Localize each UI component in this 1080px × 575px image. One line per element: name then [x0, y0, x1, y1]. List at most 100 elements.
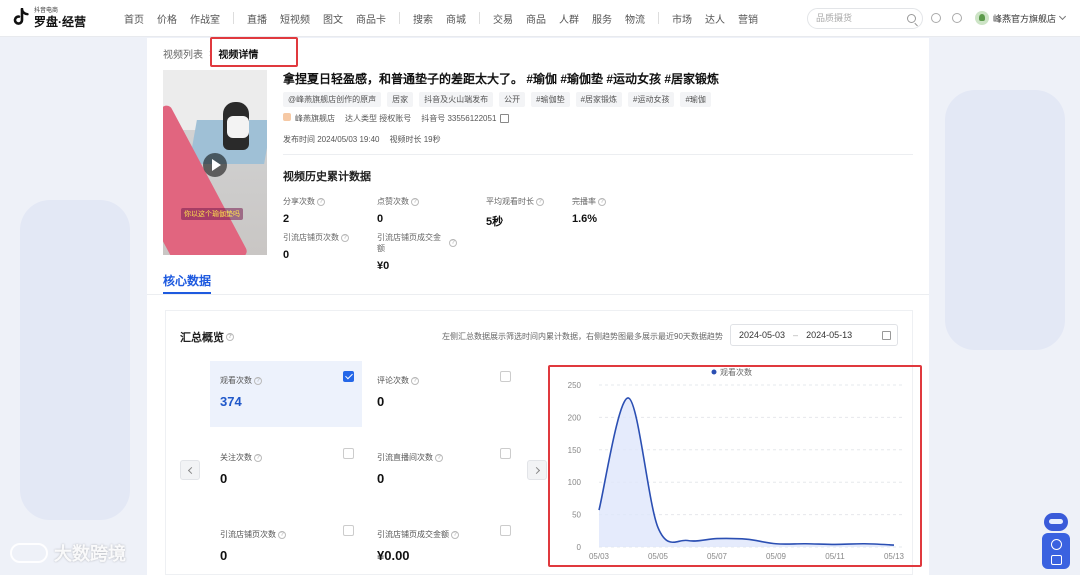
metric-card[interactable]: 评论次数? 0: [367, 361, 519, 427]
metric-value: 0: [220, 471, 228, 486]
shop-switcher[interactable]: 峰燕官方旗舰店: [975, 11, 1067, 25]
nav-item[interactable]: 人群: [559, 11, 579, 26]
history-stat: 平均观看时长? 5秒: [486, 196, 544, 229]
video-tag: #运动女孩: [628, 92, 675, 107]
overview-note: 左侧汇总数据展示筛选时间内累计数据，右侧趋势图最多展示最近90天数据趋势: [442, 332, 723, 341]
metric-checkbox[interactable]: [343, 371, 354, 382]
copy-icon[interactable]: [500, 114, 510, 123]
overview-title-text: 汇总概览: [180, 332, 224, 344]
help-icon[interactable]: ?: [254, 376, 262, 385]
help-icon[interactable]: ?: [278, 530, 286, 539]
help-icon[interactable]: ?: [598, 197, 606, 206]
user-icon[interactable]: [931, 13, 941, 23]
help-icon[interactable]: ?: [226, 333, 234, 341]
nav-item[interactable]: 商品: [526, 11, 546, 26]
shop-avatar: [975, 11, 989, 25]
metric-checkbox[interactable]: [500, 448, 511, 459]
nav-item[interactable]: 商品卡: [356, 11, 386, 26]
help-icon[interactable]: ?: [451, 530, 459, 539]
nav-separator: [233, 12, 234, 24]
metric-card[interactable]: 关注次数? 0: [210, 438, 362, 504]
help-icon[interactable]: ?: [536, 197, 544, 206]
help-icon[interactable]: ?: [411, 197, 419, 206]
talent-type: 达人类型 授权账号: [345, 114, 412, 123]
history-stat-label-text: 引流店铺页成交金额: [377, 233, 441, 254]
help-icon[interactable]: [952, 13, 962, 23]
sound-tag[interactable]: @峰燕旗舰店创作的原声: [283, 92, 382, 107]
nav-item[interactable]: 服务: [592, 11, 612, 26]
history-stat-value: ¥0: [377, 260, 390, 273]
nav-item[interactable]: 搜索: [413, 11, 433, 26]
nav-item[interactable]: 价格: [157, 11, 177, 26]
metric-checkbox[interactable]: [500, 525, 511, 536]
help-icon[interactable]: ?: [449, 239, 457, 248]
play-icon[interactable]: [203, 153, 227, 177]
nav-item[interactable]: 直播: [247, 11, 267, 26]
video-tag: #瑜伽垫: [531, 92, 570, 107]
metric-checkbox[interactable]: [500, 371, 511, 382]
history-stat-label-text: 分享次数: [283, 197, 315, 206]
nav-item[interactable]: 市场: [672, 11, 692, 26]
shop-name: 峰燕官方旗舰店: [993, 13, 1057, 24]
breadcrumb-parent[interactable]: 视频列表: [163, 46, 203, 61]
date-end: 2024-05-13: [806, 330, 853, 340]
nav-item[interactable]: 短视频: [280, 11, 310, 26]
help-icon[interactable]: ?: [341, 233, 349, 242]
help-icon[interactable]: ?: [435, 453, 443, 462]
help-icon[interactable]: ?: [411, 376, 419, 385]
search-icon[interactable]: [907, 14, 916, 23]
metric-card[interactable]: 引流店铺页成交金额? ¥0.00: [367, 515, 519, 575]
video-thumbnail[interactable]: 你以这个瑜伽垫吗: [163, 70, 267, 255]
watermark-text: 大数跨境: [54, 544, 126, 564]
help-icon[interactable]: ?: [254, 453, 262, 462]
video-tag: 抖音及火山端发布: [419, 92, 494, 107]
nav-item[interactable]: 达人: [705, 11, 725, 26]
assistant-robot-icon[interactable]: [1044, 513, 1068, 531]
video-tag: 居家: [387, 92, 414, 107]
watermark-logo-icon: [10, 543, 48, 563]
metric-label-text: 关注次数: [220, 453, 252, 462]
nav-item[interactable]: 图文: [323, 11, 343, 26]
metric-card[interactable]: 观看次数? 374: [210, 361, 362, 427]
date-range-picker[interactable]: 2024-05-03 – 2024-05-13: [730, 324, 898, 346]
video-time-meta: 发布时间 2024/05/03 19:40 视频时长 19秒: [283, 134, 451, 145]
metric-value: 0: [377, 394, 385, 409]
nav-item[interactable]: 商城: [446, 11, 466, 26]
history-stat-value: 2: [283, 213, 290, 225]
next-arrow-button[interactable]: [527, 460, 547, 480]
background-shape: [945, 90, 1065, 350]
metric-card[interactable]: 引流店铺页次数? 0: [210, 515, 362, 575]
metric-label: 引流店铺页次数?: [220, 529, 362, 540]
prev-arrow-button[interactable]: [180, 460, 200, 480]
metric-card[interactable]: 引流直播间次数? 0: [367, 438, 519, 504]
float-help-panel[interactable]: [1042, 533, 1070, 569]
app-logo[interactable]: 抖音电商 罗盘·经营: [12, 8, 112, 28]
metric-label-text: 引流直播间次数: [377, 453, 433, 462]
video-tag: 公开: [499, 92, 526, 107]
author: 峰燕旗舰店: [283, 113, 335, 124]
help-icon[interactable]: ?: [317, 197, 325, 206]
video-author-meta: 峰燕旗舰店 达人类型 授权账号 抖音号 33556122051: [283, 113, 519, 124]
calendar-icon: [882, 331, 891, 340]
search-input[interactable]: 品质摄货: [807, 8, 923, 29]
date-start: 2024-05-03: [739, 330, 786, 340]
nav-item[interactable]: 首页: [124, 11, 144, 26]
history-stat-label: 引流店铺页次数?: [283, 232, 349, 243]
history-stat: 分享次数? 2: [283, 196, 325, 225]
metric-value: 374: [220, 394, 242, 409]
history-stat-label-text: 平均观看时长: [486, 197, 534, 206]
history-stat-value: 0: [283, 249, 290, 261]
metric-label-text: 评论次数: [377, 376, 409, 385]
metric-checkbox[interactable]: [343, 448, 354, 459]
tab-core-data[interactable]: 核心数据: [163, 272, 211, 289]
metric-checkbox[interactable]: [343, 525, 354, 536]
history-stat-label-text: 完播率: [572, 197, 596, 206]
nav-item[interactable]: 营销: [738, 11, 758, 26]
nav-item[interactable]: 物流: [625, 11, 645, 26]
nav-item[interactable]: 交易: [493, 11, 513, 26]
history-stat-label: 完播率?: [572, 196, 606, 207]
nav-separator: [658, 12, 659, 24]
history-stat: 点赞次数? 0: [377, 196, 419, 225]
history-stat-label: 分享次数?: [283, 196, 325, 207]
nav-item[interactable]: 作战室: [190, 11, 220, 26]
